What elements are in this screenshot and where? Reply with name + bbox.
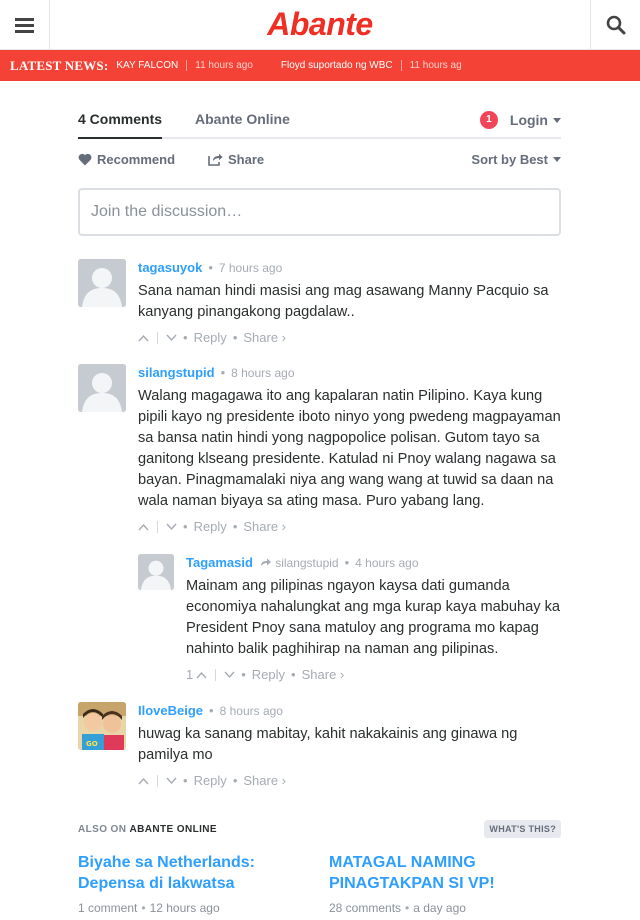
also-on-site[interactable]: ABANTE ONLINE bbox=[130, 824, 217, 835]
upvote-count: 1 bbox=[186, 667, 194, 682]
share-label: Share bbox=[228, 152, 265, 167]
recommend-label: Recommend bbox=[97, 152, 176, 167]
notification-badge[interactable]: 1 bbox=[479, 111, 498, 129]
whats-this-button[interactable]: WHAT'S THIS? bbox=[484, 820, 561, 838]
chevron-down-icon bbox=[166, 523, 177, 531]
default-avatar-icon bbox=[78, 259, 126, 307]
reply-link[interactable]: Reply bbox=[194, 329, 227, 347]
avatar[interactable] bbox=[78, 259, 126, 307]
chevron-down-icon bbox=[166, 777, 177, 785]
comment-time[interactable]: 8 hours ago bbox=[231, 366, 294, 380]
reply-link[interactable]: Reply bbox=[252, 666, 285, 684]
also-on-title[interactable]: MATAGAL NAMING PINAGTAKPAN SI VP! bbox=[329, 852, 561, 894]
comment-author[interactable]: silangstupid bbox=[138, 365, 215, 380]
reply-link[interactable]: Reply bbox=[194, 518, 227, 536]
ticker-label: LATEST NEWS: bbox=[10, 57, 109, 73]
default-avatar-icon bbox=[78, 364, 126, 412]
also-on-card[interactable]: MATAGAL NAMING PINAGTAKPAN SI VP! 28 com… bbox=[329, 852, 561, 915]
upvote-button[interactable] bbox=[138, 777, 149, 785]
downvote-button[interactable] bbox=[166, 523, 177, 531]
chevron-down-icon bbox=[166, 334, 177, 342]
chevron-up-icon bbox=[138, 777, 149, 785]
also-on-section: ALSO ON ABANTE ONLINE WHAT'S THIS? Biyah… bbox=[78, 820, 561, 915]
share-link[interactable]: Share › bbox=[243, 518, 286, 536]
comment-input[interactable]: Join the discussion… bbox=[78, 188, 561, 236]
tab-community[interactable]: Abante Online bbox=[195, 111, 290, 127]
chevron-up-icon bbox=[138, 334, 149, 342]
also-on-time: 12 hours ago bbox=[149, 901, 220, 915]
comments-section: 4 Comments Abante Online 1 Login Recomme… bbox=[78, 81, 561, 236]
comment-time[interactable]: 4 hours ago bbox=[355, 556, 418, 570]
comment-text: huwag ka sanang mabitay, kahit nakakaini… bbox=[138, 726, 518, 763]
also-on-comment-count: 28 comments bbox=[329, 901, 402, 915]
chevron-down-icon bbox=[224, 671, 235, 679]
comment-text: Sana naman hindi masisi ang mag asawang … bbox=[138, 283, 549, 320]
upvote-button[interactable] bbox=[196, 671, 207, 679]
ticker-item-time: 11 hours ago bbox=[186, 60, 253, 71]
comment-author[interactable]: tagasuyok bbox=[138, 260, 202, 275]
also-on-card[interactable]: Biyahe sa Netherlands: Depensa di lakwat… bbox=[78, 852, 278, 915]
avatar[interactable] bbox=[138, 554, 174, 590]
comment-time[interactable]: 8 hours ago bbox=[220, 704, 283, 718]
share-link[interactable]: Share › bbox=[302, 666, 345, 684]
user-photo-avatar: GO bbox=[78, 702, 126, 750]
sort-dropdown[interactable]: Sort by Best bbox=[471, 152, 561, 167]
comment-author[interactable]: IloveBeige bbox=[138, 703, 203, 718]
downvote-button[interactable] bbox=[166, 334, 177, 342]
default-avatar-icon bbox=[138, 554, 174, 590]
ticker-item-time: 11 hours ag bbox=[400, 60, 462, 71]
search-icon bbox=[606, 15, 625, 35]
downvote-button[interactable] bbox=[224, 671, 235, 679]
comments-nav: 4 Comments Abante Online 1 Login bbox=[78, 81, 561, 139]
ticker-item-title[interactable]: KAY FALCON bbox=[116, 60, 178, 71]
also-on-comment-count: 1 comment bbox=[78, 901, 138, 915]
site-header: Abante bbox=[0, 0, 640, 50]
share-link[interactable]: Share › bbox=[243, 772, 286, 790]
comment-time[interactable]: 7 hours ago bbox=[219, 261, 282, 275]
share-icon bbox=[208, 153, 223, 166]
share-link[interactable]: Share › bbox=[243, 329, 286, 347]
reply-to-author[interactable]: silangstupid bbox=[275, 556, 338, 570]
comment-author[interactable]: Tagamasid bbox=[186, 555, 253, 570]
comment-actions-bar: Recommend Share Sort by Best bbox=[78, 139, 561, 179]
upvote-button[interactable] bbox=[138, 334, 149, 342]
login-menu[interactable]: 1 Login bbox=[479, 111, 561, 129]
chevron-down-icon bbox=[553, 117, 561, 123]
also-on-time: a day ago bbox=[413, 901, 466, 915]
latest-news-ticker: LATEST NEWS: KAY FALCON 11 hours ago Flo… bbox=[0, 50, 640, 81]
search-button[interactable] bbox=[590, 0, 640, 50]
chevron-up-icon bbox=[196, 671, 207, 679]
avatar[interactable]: GO bbox=[78, 702, 126, 750]
also-on-prefix: ALSO ON bbox=[78, 824, 127, 835]
avatar[interactable] bbox=[78, 364, 126, 412]
upvote-button[interactable] bbox=[138, 523, 149, 531]
recommend-button[interactable]: Recommend bbox=[78, 152, 175, 167]
ticker-item-title[interactable]: Floyd suportado ng WBC bbox=[281, 60, 393, 71]
login-button[interactable]: Login bbox=[510, 112, 548, 128]
share-button[interactable]: Share bbox=[208, 152, 264, 167]
comment-text: Walang magagawa ito ang kapalaran natin … bbox=[138, 388, 561, 509]
also-on-title[interactable]: Biyahe sa Netherlands: Depensa di lakwat… bbox=[78, 852, 278, 894]
reply-link[interactable]: Reply bbox=[194, 772, 227, 790]
svg-text:GO: GO bbox=[86, 740, 98, 748]
sort-label: Sort by Best bbox=[471, 152, 548, 167]
comment-text: Mainam ang pilipinas ngayon kaysa dati g… bbox=[186, 578, 561, 657]
chevron-down-icon bbox=[553, 157, 561, 162]
site-logo[interactable]: Abante bbox=[0, 6, 640, 43]
heart-icon bbox=[78, 153, 92, 166]
downvote-button[interactable] bbox=[166, 777, 177, 785]
reply-arrow-icon bbox=[260, 558, 271, 566]
tab-comments[interactable]: 4 Comments bbox=[78, 111, 163, 139]
chevron-up-icon bbox=[138, 523, 149, 531]
